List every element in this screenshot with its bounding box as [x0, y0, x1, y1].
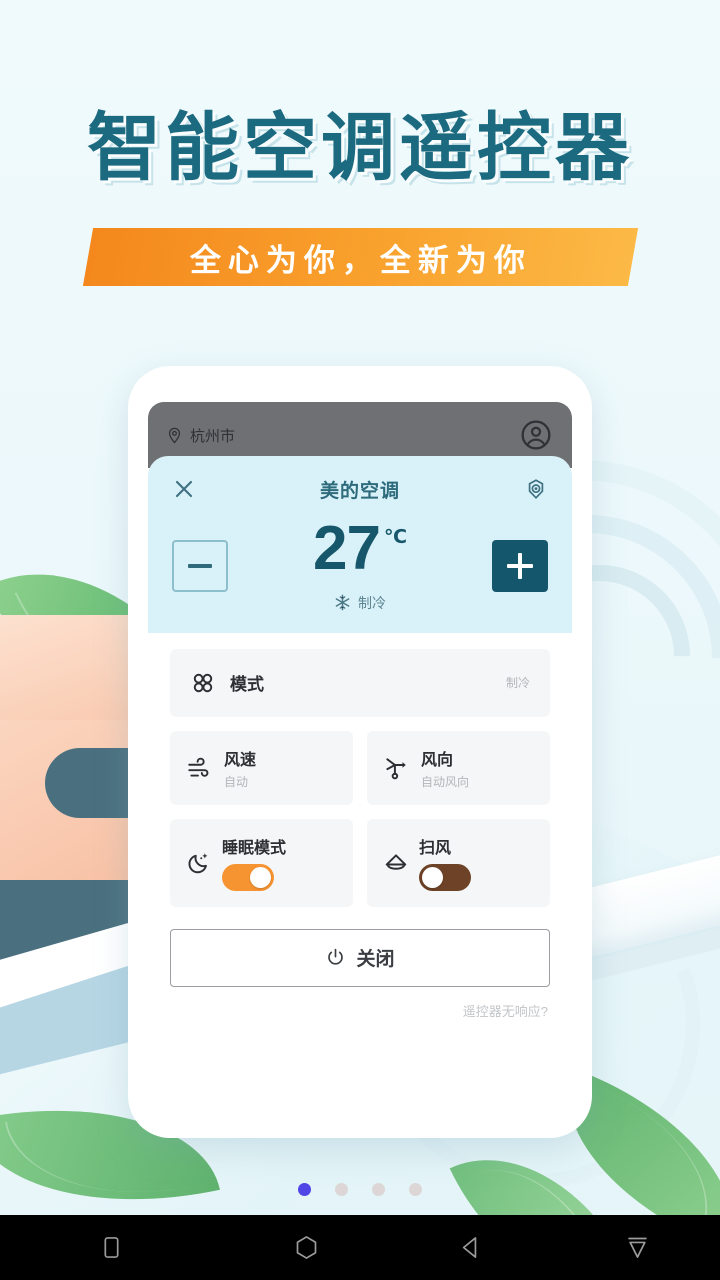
power-off-label: 关闭	[356, 949, 395, 971]
toggle-label-swing: 扫风	[419, 840, 452, 858]
toggle-switch-swing[interactable]	[419, 864, 471, 892]
hero-header: 美的空调	[168, 472, 552, 506]
option-value-wind-direction: 自动风向	[421, 774, 470, 789]
pager-dot-1[interactable]	[298, 1183, 311, 1196]
power-off-button[interactable]: 关闭	[170, 928, 550, 987]
toggle-card-swing[interactable]: 扫风	[367, 818, 550, 907]
temperature-display: 27 ℃ 制冷	[228, 514, 492, 613]
temperature-decrease-button[interactable]	[172, 540, 228, 593]
nav-hide-button[interactable]	[554, 1234, 720, 1261]
hexagon-home-icon	[296, 1236, 317, 1259]
options-row-pair: 风速 自动 风向 自动风向	[170, 730, 550, 805]
moon-stars-icon	[188, 853, 208, 874]
phone-screen: 杭州市 美的空调 27 ℃ 制冷 模式 制冷 风速 自动 风向 自动风向 睡眠模…	[148, 402, 572, 1100]
toggle-label-sleep-mode: 睡眠模式	[222, 840, 287, 858]
power-icon	[328, 949, 344, 965]
account-circle-icon[interactable]	[520, 419, 552, 451]
pager-dots	[0, 1183, 720, 1196]
toggle-switch-sleep-mode[interactable]	[222, 864, 274, 892]
option-label-mode: 模式	[230, 675, 264, 695]
option-row-mode[interactable]: 模式 制冷	[170, 648, 550, 717]
device-name: 美的空调	[319, 480, 400, 502]
temperature-value: 27	[313, 514, 381, 583]
minus-icon	[188, 564, 212, 569]
nav-back-button[interactable]	[389, 1234, 555, 1261]
temperature-increase-button[interactable]	[492, 540, 548, 593]
temperature-stepper: 27 ℃ 制冷	[168, 506, 552, 613]
nav-home-button[interactable]	[223, 1234, 389, 1261]
location-area[interactable]: 杭州市	[166, 425, 235, 446]
pager-dot-2[interactable]	[335, 1183, 348, 1196]
promo-subtitle: 全心为你，全新为你	[189, 242, 531, 278]
four-petal-mode-icon	[193, 673, 213, 693]
wind-vane-icon	[386, 758, 406, 780]
triangle-back-icon	[463, 1237, 477, 1258]
option-value-mode: 制冷	[505, 676, 530, 691]
location-pin-icon	[168, 427, 181, 444]
pager-dot-4[interactable]	[409, 1183, 422, 1196]
temperature-unit: ℃	[383, 527, 407, 548]
option-card-fan-speed[interactable]: 风速 自动	[170, 730, 353, 805]
wind-icon	[188, 757, 209, 777]
promo-banner: 全心为你，全新为你	[0, 228, 720, 286]
close-x-icon[interactable]	[172, 477, 196, 501]
pager-dot-3[interactable]	[372, 1183, 385, 1196]
climate-hero-panel: 美的空调 27 ℃ 制冷	[148, 456, 572, 633]
location-label: 杭州市	[190, 427, 236, 445]
current-mode-label: 制冷	[358, 594, 386, 611]
promo-headline: 智能空调遥控器	[87, 106, 633, 189]
option-label-wind-direction: 风向	[421, 751, 454, 769]
hide-down-icon	[627, 1237, 647, 1258]
target-settings-icon[interactable]	[524, 477, 548, 501]
swing-air-icon	[385, 854, 407, 870]
current-mode: 制冷	[334, 593, 386, 613]
android-navbar	[0, 1215, 720, 1280]
options-list: 模式 制冷 风速 自动 风向 自动风向 睡眠模式 扫风	[148, 633, 572, 907]
phone-mockup: 杭州市 美的空调 27 ℃ 制冷 模式 制冷 风速 自动 风向 自动风向 睡眠模…	[128, 366, 592, 1138]
option-value-fan-speed: 自动	[224, 774, 249, 789]
toggle-card-sleep-mode[interactable]: 睡眠模式	[170, 818, 353, 907]
promo-screenshot: 智能空调遥控器 全心为你，全新为你 杭州市 美的空调 27 ℃ 制冷 模式 制冷…	[0, 0, 720, 1280]
promo-banner-shape: 全心为你，全新为你	[82, 228, 638, 286]
toggles-row: 睡眠模式 扫风	[170, 818, 550, 907]
option-label-fan-speed: 风速	[224, 751, 257, 769]
option-card-wind-direction[interactable]: 风向 自动风向	[367, 730, 550, 805]
square-recents-icon	[104, 1237, 119, 1258]
snowflake-icon	[335, 595, 350, 611]
help-link[interactable]: 遥控器无响应?	[148, 1001, 548, 1020]
nav-recents-button[interactable]	[0, 1234, 223, 1261]
plus-icon	[507, 553, 533, 580]
